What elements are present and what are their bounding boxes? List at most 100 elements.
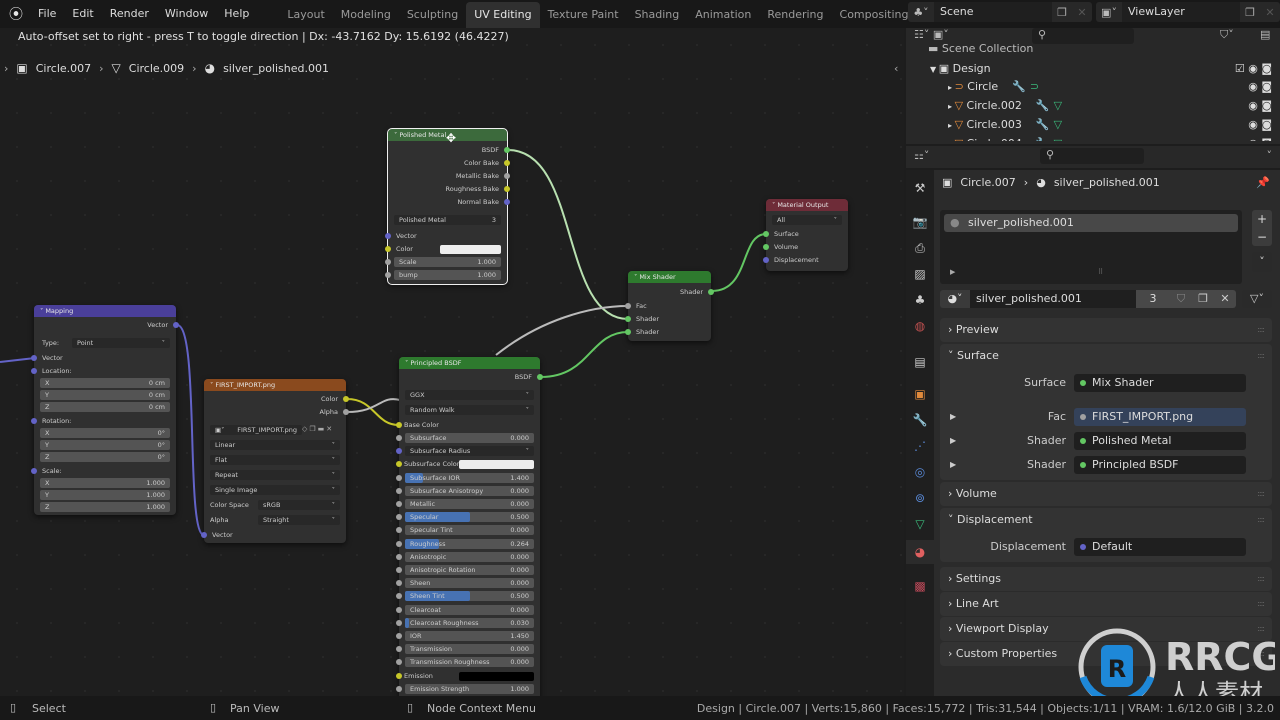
- visibility-icons[interactable]: ◉ ◙: [1248, 116, 1272, 134]
- material-users-count[interactable]: 3: [1136, 290, 1170, 308]
- node-material-output[interactable]: ˅ Material Output All ˅ Surface Volume Di…: [763, 199, 848, 271]
- tab-uv-editing[interactable]: UV Editing: [466, 2, 540, 28]
- editor-type-dropdown[interactable]: ⚏˅: [914, 149, 929, 162]
- prop-link-value[interactable]: Polished Metal: [1074, 432, 1246, 450]
- socket[interactable]: [537, 374, 543, 380]
- interpolation-dropdown[interactable]: Linear ˅: [210, 440, 340, 450]
- outliner-item[interactable]: ▸ ▽ Circle.004🔧▽◉ ◙: [906, 135, 1280, 141]
- menu-render[interactable]: Render: [102, 2, 157, 26]
- socket[interactable]: [31, 418, 37, 424]
- socket[interactable]: [763, 257, 769, 263]
- socket[interactable]: [173, 322, 179, 328]
- object-tab-icon[interactable]: ▣: [906, 382, 934, 406]
- expand-icon[interactable]: ▶: [950, 408, 956, 426]
- tab-sculpting[interactable]: Sculpting: [399, 2, 466, 28]
- socket[interactable]: [396, 619, 402, 626]
- material-name-field[interactable]: silver_polished.001: [970, 290, 1136, 308]
- prop-link-value[interactable]: Principled BSDF: [1074, 456, 1246, 474]
- socket[interactable]: [763, 244, 769, 250]
- node-header[interactable]: ˅ Principled BSDF: [399, 357, 540, 369]
- socket[interactable]: [396, 501, 402, 507]
- modifier-icon[interactable]: 🔧: [1036, 137, 1050, 141]
- param-field[interactable]: Transmission 0.000: [405, 644, 534, 655]
- socket[interactable]: [625, 316, 631, 322]
- socket[interactable]: [396, 685, 402, 692]
- add-slot-button[interactable]: +: [1252, 210, 1272, 228]
- view-layer-name[interactable]: ViewLayer: [1122, 2, 1240, 22]
- prop-link-value[interactable]: FIRST_IMPORT.png: [1074, 408, 1246, 426]
- tab-layout[interactable]: Layout: [279, 2, 332, 28]
- rotation-y[interactable]: Y 0°: [40, 440, 170, 450]
- panel-settings[interactable]: › Settings::::: [940, 567, 1272, 591]
- rotation-z[interactable]: Z 0°: [40, 452, 170, 462]
- param-field[interactable]: IOR 1.450: [405, 631, 534, 641]
- scene-selector[interactable]: ♣˅ Scene ❐ ✕: [908, 2, 1092, 22]
- socket[interactable]: [385, 259, 391, 265]
- outliner-scene-collection[interactable]: ▬ Scene Collection: [906, 43, 1280, 55]
- slot-specials-button[interactable]: ˅: [1252, 252, 1272, 272]
- socket[interactable]: [625, 303, 631, 309]
- panel-header[interactable]: ˅ Surface: [940, 344, 1272, 368]
- outliner-search[interactable]: ⚲: [1032, 28, 1134, 44]
- socket[interactable]: [504, 199, 510, 205]
- node-image-texture[interactable]: ˅ FIRST_IMPORT.png Color Alpha ▣˅ FIRST_I…: [201, 379, 349, 543]
- link-type-dropdown[interactable]: ▽˅: [1242, 290, 1272, 308]
- param-field[interactable]: Emission Strength 1.000: [405, 683, 534, 694]
- color-space-dropdown[interactable]: sRGB ˅: [258, 500, 340, 510]
- scale-z[interactable]: Z 1.000: [40, 502, 170, 512]
- panel-preview[interactable]: › Preview::::: [940, 318, 1272, 342]
- socket[interactable]: [31, 368, 37, 374]
- socket[interactable]: [201, 532, 207, 538]
- socket[interactable]: [396, 593, 402, 600]
- expand-icon[interactable]: ▶: [950, 268, 955, 276]
- outliner-item[interactable]: ▸ ⊃ Circle 🔧 ⊃ ◉ ◙: [906, 78, 1280, 96]
- panel-header[interactable]: ˅ Displacement: [940, 508, 1272, 532]
- socket[interactable]: [396, 646, 402, 653]
- color-swatch[interactable]: [459, 671, 534, 681]
- visibility-icons[interactable]: ◉ ◙: [1248, 97, 1272, 115]
- outliner-item[interactable]: ▸ ▽ Circle.003 🔧 ▽ ◉ ◙: [906, 116, 1280, 134]
- material-tab-icon[interactable]: ◕: [906, 540, 934, 564]
- duplicate-icon[interactable]: ❐: [309, 425, 317, 433]
- displacement-value[interactable]: Default: [1074, 538, 1246, 556]
- drag-handle-icon[interactable]: ::::: [1257, 599, 1265, 608]
- socket[interactable]: [396, 567, 402, 573]
- param-field[interactable]: Subsurface IOR 1.400: [405, 472, 534, 483]
- socket[interactable]: [396, 633, 402, 639]
- object-data-icon[interactable]: ▽: [1054, 99, 1062, 112]
- folder-icon[interactable]: ▬: [318, 425, 327, 433]
- location-z[interactable]: Z 0 cm: [40, 402, 170, 412]
- socket[interactable]: [396, 553, 402, 560]
- socket[interactable]: [396, 487, 402, 494]
- tab-shading[interactable]: Shading: [627, 2, 688, 28]
- param-field[interactable]: Specular Tint 0.000: [405, 525, 534, 536]
- location-x[interactable]: X 0 cm: [40, 378, 170, 388]
- param-field[interactable]: Clearcoat Roughness 0.030: [405, 617, 534, 628]
- particles-tab-icon[interactable]: ⋰: [906, 434, 934, 458]
- constraints-tab-icon[interactable]: ⊚: [906, 486, 934, 510]
- modifier-icon[interactable]: 🔧: [1036, 99, 1050, 112]
- view-layer-tab-icon[interactable]: ▨: [906, 262, 934, 286]
- expand-icon[interactable]: ▶: [950, 432, 956, 450]
- socket[interactable]: [31, 468, 37, 474]
- duplicate-icon[interactable]: ❐: [1192, 290, 1214, 308]
- param-field[interactable]: Subsurface 0.000: [405, 433, 534, 443]
- pin-icon[interactable]: 📌: [1256, 176, 1270, 189]
- duplicate-view-layer-icon[interactable]: ❐: [1240, 6, 1260, 19]
- panel-line-art[interactable]: › Line Art::::: [940, 592, 1272, 616]
- new-collection-icon[interactable]: ▤: [1260, 28, 1270, 41]
- outliner-item[interactable]: ▸ ▽ Circle.002 🔧 ▽ ◉ ◙: [906, 97, 1280, 115]
- source-dropdown[interactable]: Single Image ˅: [210, 485, 340, 495]
- object-data-icon[interactable]: ⊃: [1030, 80, 1039, 93]
- menu-edit[interactable]: Edit: [64, 2, 101, 26]
- unlink-icon[interactable]: ✕: [326, 425, 334, 433]
- extension-dropdown[interactable]: Repeat ˅: [210, 470, 340, 480]
- menu-window[interactable]: Window: [157, 2, 216, 26]
- node-principled-bsdf[interactable]: ˅ Principled BSDF BSDF GGX ˅ Random Walk ˅…: [396, 357, 543, 702]
- subsurface-method-dropdown[interactable]: Random Walk ˅: [405, 405, 534, 415]
- node-header[interactable]: ˅ Mix Shader: [628, 271, 711, 283]
- param-field[interactable]: Transmission Roughness 0.000: [405, 657, 534, 668]
- modifier-tab-icon[interactable]: 🔧: [906, 408, 934, 432]
- socket[interactable]: [396, 606, 402, 613]
- node-header[interactable]: ˅ Material Output: [766, 199, 848, 211]
